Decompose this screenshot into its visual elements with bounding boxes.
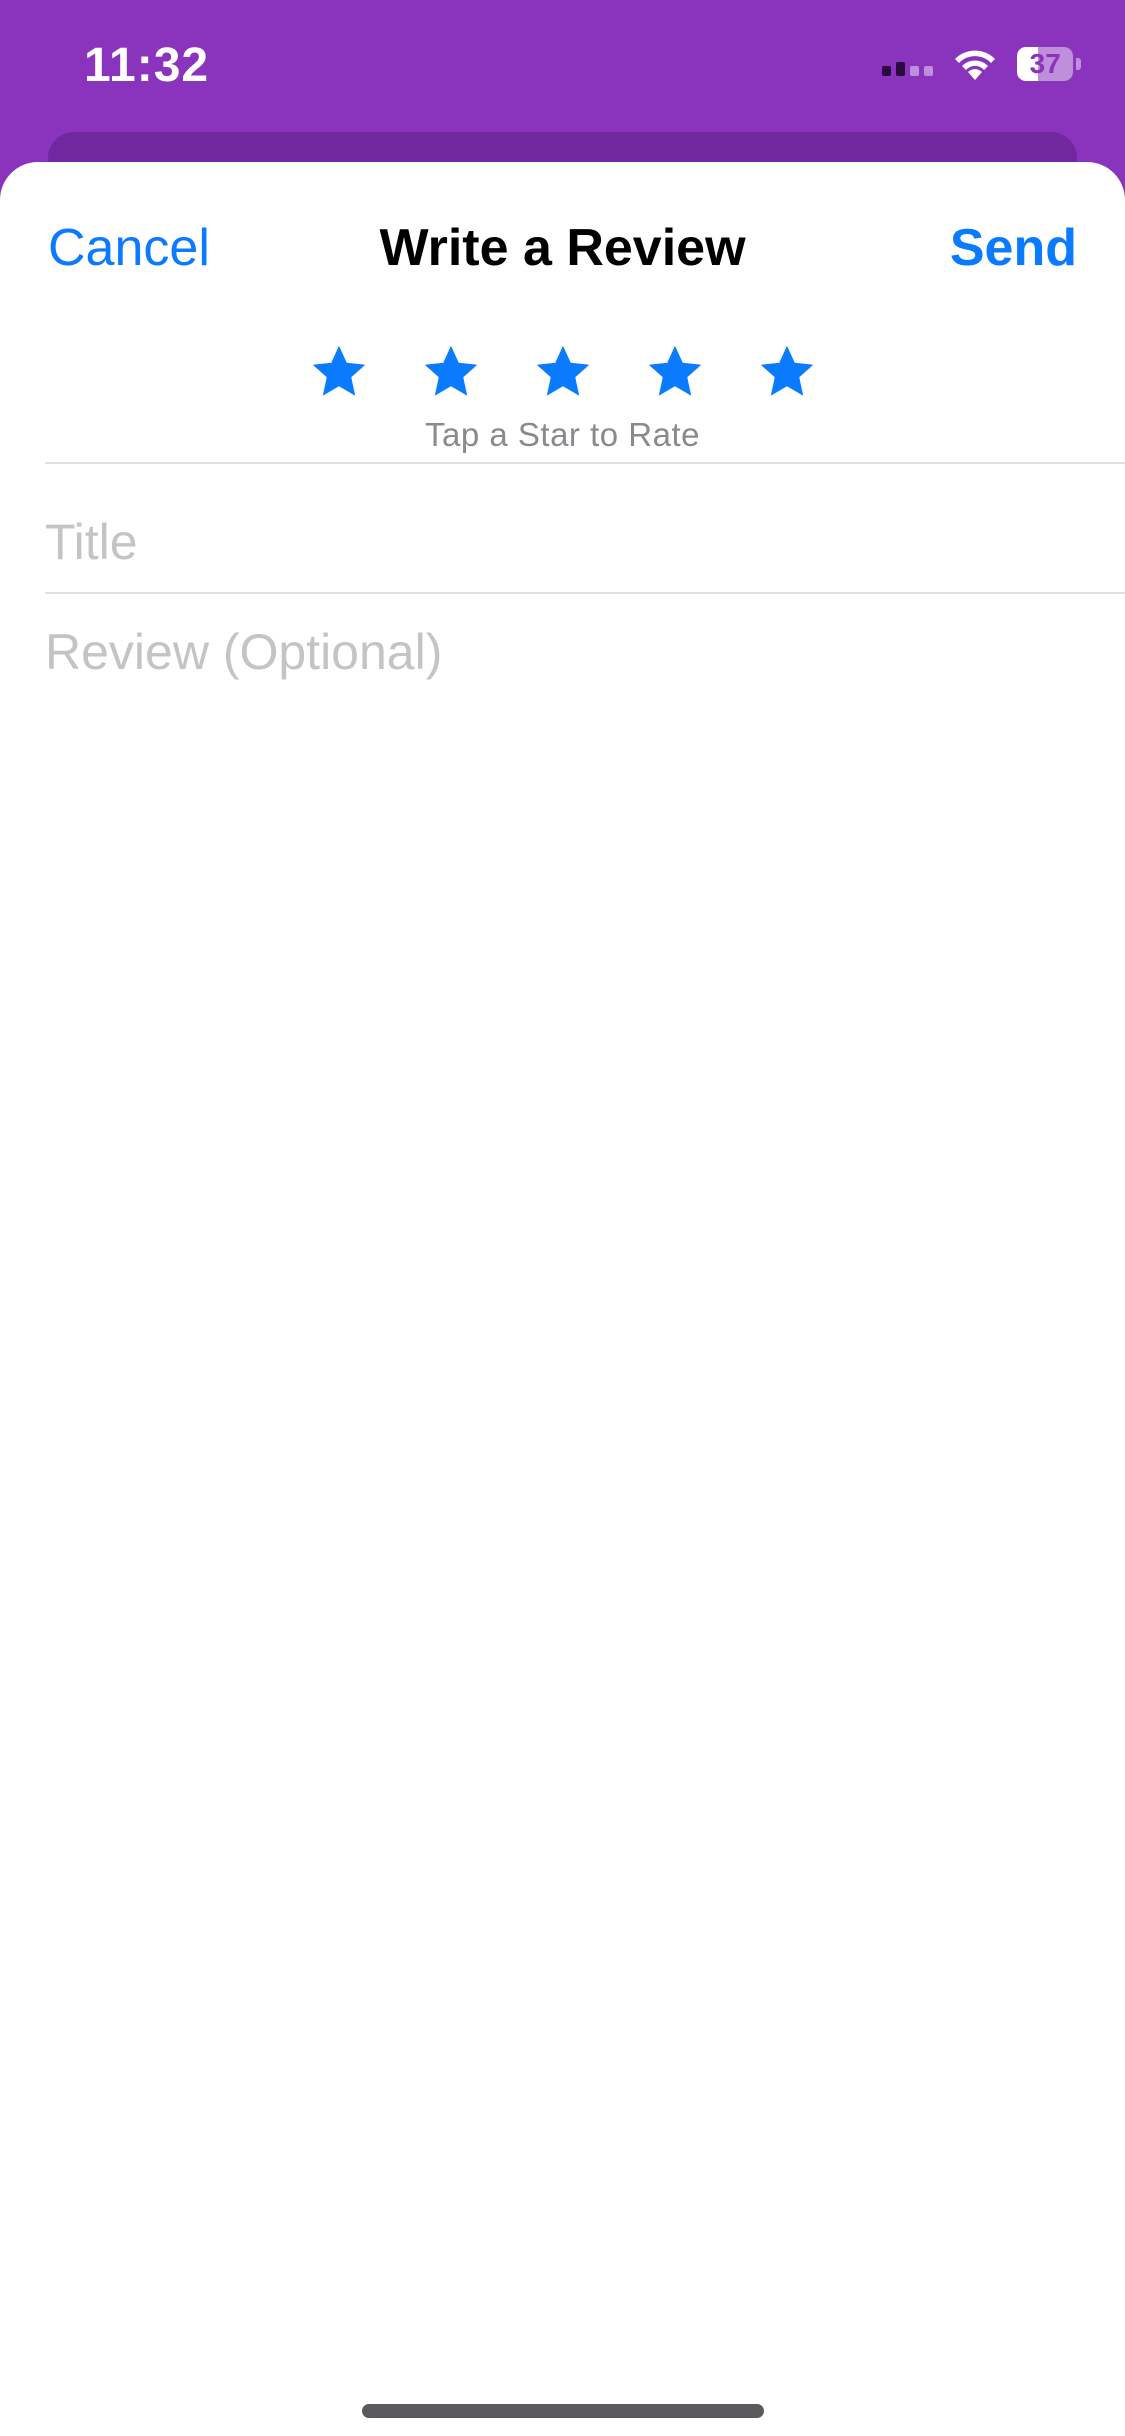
star-1-icon[interactable] bbox=[309, 342, 369, 402]
title-input[interactable] bbox=[45, 502, 1080, 582]
review-sheet: Cancel Write a Review Send Tap a Star to… bbox=[0, 162, 1125, 2436]
star-rating bbox=[0, 342, 1125, 402]
status-bar: 11:32 37 bbox=[0, 0, 1125, 140]
home-indicator[interactable] bbox=[362, 2404, 764, 2418]
status-time: 11:32 bbox=[84, 39, 210, 92]
star-4-icon[interactable] bbox=[645, 342, 705, 402]
star-5-icon[interactable] bbox=[757, 342, 817, 402]
battery-icon: 37 bbox=[1017, 46, 1081, 82]
battery-percentage: 37 bbox=[1029, 48, 1061, 79]
status-icons: 37 bbox=[882, 46, 1081, 82]
wifi-icon bbox=[955, 50, 995, 80]
rating-caption: Tap a Star to Rate bbox=[425, 416, 700, 453]
divider bbox=[45, 592, 1125, 594]
star-2-icon[interactable] bbox=[421, 342, 481, 402]
star-3-icon[interactable] bbox=[533, 342, 593, 402]
review-textarea[interactable] bbox=[45, 617, 1080, 1217]
divider bbox=[45, 462, 1125, 464]
send-button[interactable]: Send bbox=[950, 218, 1077, 278]
cellular-signal-icon bbox=[882, 52, 933, 76]
